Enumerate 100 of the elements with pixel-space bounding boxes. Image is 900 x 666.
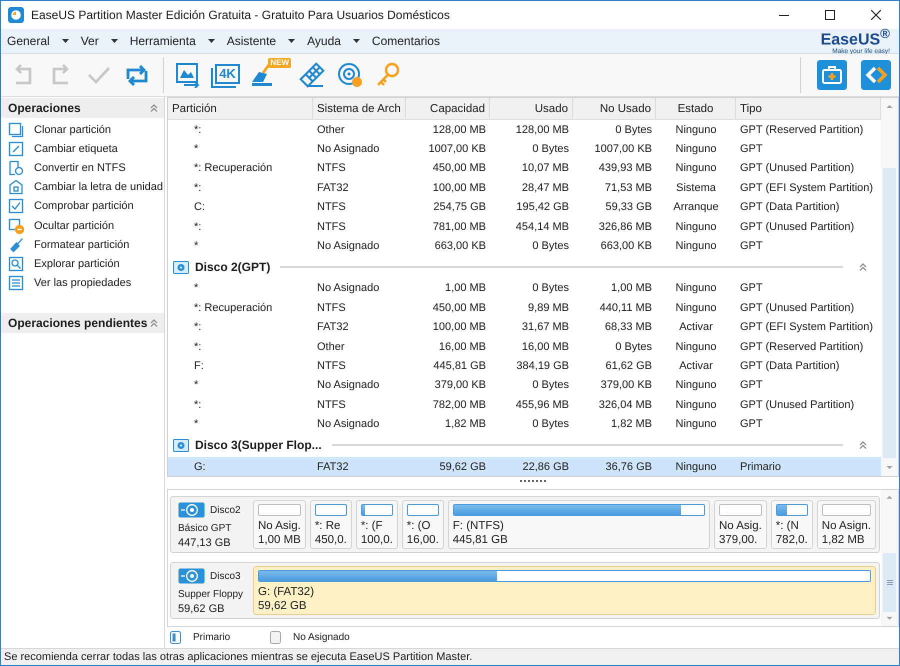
table-cell-text: 0 Bytes — [531, 282, 570, 294]
operation-item[interactable]: Clonar partición — [1, 120, 164, 140]
table-row[interactable]: *: FAT32 100,00 MB 31,67 MB 68,33 MB Activar GPT (EFI System Partition) — [168, 318, 881, 337]
operation-item[interactable]: Ver las propiedades — [1, 274, 164, 293]
chevrons-logo-icon — [861, 60, 891, 90]
chevron-icon[interactable] — [859, 441, 867, 450]
checkbox-icon — [8, 198, 24, 214]
table-row[interactable]: *: Recuperación NTFS 450,00 MB 10,07 MB 439,93 MB Ninguno GPT (Unused Partition) — [168, 158, 881, 178]
partition-block[interactable]: *: (F 100,0. — [356, 500, 398, 549]
table-cell-text: Sistema — [675, 182, 717, 194]
scrollbar[interactable] — [881, 490, 898, 626]
table-cell-text: NTFS — [316, 220, 347, 233]
table-row[interactable]: *: Other 16,00 MB 16,00 MB 0 Bytes Ninguno GPT (Reserved Partition) — [168, 336, 881, 356]
table-cell-text: No Asignado — [316, 379, 380, 392]
key-icon — [375, 62, 401, 88]
operation-item[interactable]: Comprobar partición — [1, 196, 164, 216]
partition-block[interactable]: No Asig. 379,00. — [714, 500, 767, 549]
maximize-icon — [825, 10, 835, 20]
table-cell-text: Activar — [678, 321, 714, 334]
table-cell-text: NTFS — [316, 398, 347, 411]
operation-item[interactable]: Cambiar la letra de unidad — [1, 178, 164, 197]
section-header[interactable]: Operaciones — [1, 98, 164, 118]
operation-item[interactable]: Explorar partición — [1, 254, 164, 274]
partition-block[interactable]: No Asig. 1,00 MB — [253, 500, 306, 549]
caret-icon — [62, 39, 69, 43]
table-cell-text: 16,00 MB — [438, 340, 487, 353]
table-cell-text: 450,00 MB — [432, 162, 487, 174]
column-header[interactable]: No Usado — [573, 98, 656, 119]
loop-arrows-icon — [124, 62, 150, 88]
table-cell-text: 1,00 MB — [610, 282, 653, 294]
toolbox-button[interactable] — [817, 60, 847, 90]
chevron-icon[interactable] — [859, 263, 867, 272]
brand-button[interactable] — [861, 60, 891, 90]
legend-swatch-icon — [270, 630, 281, 644]
partition-block[interactable]: *: Re 450,0. — [310, 500, 352, 549]
menu-item[interactable]: Comentarios — [366, 29, 446, 53]
table-cell-text: *: — [193, 321, 202, 334]
table-cell-text: 9,89 MB — [527, 302, 570, 314]
table-cell-text: 326,04 MB — [598, 398, 653, 411]
partition-block[interactable]: No Asign. 1,82 MB — [816, 500, 876, 549]
table-cell-text: 1007,00 KB — [428, 143, 487, 156]
table-cell-text: Ninguno — [674, 124, 718, 136]
menu-item[interactable]: Asistente — [220, 29, 302, 53]
table-cell-text: 59,33 GB — [604, 201, 653, 214]
grip-icon — [886, 580, 892, 586]
table-cell-text: 0 Bytes — [531, 418, 570, 430]
table-cell-text: 0 Bytes — [614, 340, 653, 353]
scrollbar-thumb[interactable] — [883, 553, 896, 612]
operation-item[interactable]: Convertir en NTFS — [1, 158, 164, 178]
column-header[interactable]: Usado — [490, 98, 573, 119]
partition-block[interactable]: *: (N 782,0. — [770, 500, 813, 549]
partition-block[interactable]: G: (FAT32) 59,62 GB — [253, 566, 876, 615]
column-header[interactable]: Capacidad — [406, 98, 490, 119]
table-cell-text: Ninguno — [674, 162, 718, 174]
table-cell-text: * — [193, 379, 200, 392]
caret-icon — [208, 39, 215, 43]
scrollbar-thumb[interactable] — [883, 168, 896, 458]
table-row[interactable]: * No Asignado 1007,00 KB 0 Bytes 1007,00 KB Ninguno GPT — [168, 139, 881, 159]
table-row[interactable]: * No Asignado 1,82 MB 0 Bytes 1,82 MB Ninguno GPT — [168, 414, 881, 434]
column-header[interactable]: Partición — [168, 98, 313, 119]
operation-item[interactable]: Ocultar partición — [1, 216, 164, 236]
table-row[interactable]: * No Asignado 663,00 KB 0 Bytes 663,00 KB Ninguno GPT — [168, 236, 881, 256]
table-row[interactable]: *: Other 128,00 MB 128,00 MB 0 Bytes Ninguno GPT (Reserved Partition) — [168, 120, 881, 140]
table-cell-text: Ninguno — [674, 240, 718, 252]
scrollbar[interactable] — [881, 98, 898, 476]
partition-block[interactable]: F: (NTFS) 445,81 GB — [448, 500, 710, 549]
table-cell-text: GPT — [739, 240, 764, 252]
menu-item[interactable]: Ver — [74, 29, 124, 53]
column-header[interactable]: Sistema de Arch — [313, 98, 406, 119]
menu-item[interactable]: General — [1, 29, 75, 53]
table-cell-text: 71,53 MB — [604, 182, 653, 194]
table-cell-text: Ninguno — [674, 379, 718, 392]
table-row[interactable]: *: Recuperación NTFS 450,00 MB 9,89 MB 440,11 MB Ninguno GPT (Unused Partition) — [168, 298, 881, 318]
table-row[interactable]: *: NTFS 781,00 MB 454,14 MB 326,86 MB Ninguno GPT (Unused Partition) — [168, 216, 881, 236]
table-cell-text: Other — [316, 340, 346, 353]
table-cell-text: 663,00 KB — [600, 240, 653, 252]
usage-bar — [314, 504, 347, 516]
table-row[interactable]: *: FAT32 100,00 MB 28,47 MB 71,53 MB Sistema GPT (EFI System Partition) — [168, 178, 881, 198]
table-cell-text: * — [193, 240, 200, 252]
eraser-icon — [299, 62, 325, 88]
table-row[interactable]: C: NTFS 254,75 GB 195,42 GB 59,33 GB Arranque GPT (Data Partition) — [168, 198, 881, 217]
table-cell-text: GPT — [739, 379, 764, 392]
menu-item[interactable]: Herramienta — [124, 29, 221, 53]
table-row[interactable]: G: FAT32 59,62 GB 22,86 GB 36,76 GB Ninguno Primario — [168, 456, 881, 476]
menu-item[interactable]: Ayuda — [301, 29, 366, 53]
table-cell-text: *: — [193, 220, 202, 233]
section-header[interactable]: Operaciones pendientes — [1, 312, 164, 333]
partition-block[interactable]: *: (O 16,00. — [402, 500, 444, 549]
table-row[interactable]: * No Asignado 379,00 KB 0 Bytes 379,00 KB Ninguno GPT — [168, 376, 881, 396]
table-row[interactable]: *: NTFS 782,00 MB 455,96 MB 326,04 MB Ninguno GPT (Unused Partition) — [168, 395, 881, 414]
toolbar-button[interactable]: 4K — [208, 57, 244, 93]
operation-item[interactable]: Cambiar etiqueta — [1, 139, 164, 158]
table-row[interactable]: * No Asignado 1,00 MB 0 Bytes 1,00 MB Ninguno GPT — [168, 278, 881, 298]
operation-item[interactable]: Formatear partición — [1, 235, 164, 254]
table-cell-text: 1,82 MB — [610, 418, 653, 430]
column-header[interactable]: Estado — [656, 98, 736, 119]
table-cell-text: 1,00 MB — [444, 282, 487, 294]
table-row[interactable]: F: NTFS 445,81 GB 384,19 GB 61,62 GB Activar GPT (Data Partition) — [168, 356, 881, 376]
table-cell-text: Arranque — [672, 201, 720, 214]
table-cell-text: *: — [193, 340, 202, 353]
